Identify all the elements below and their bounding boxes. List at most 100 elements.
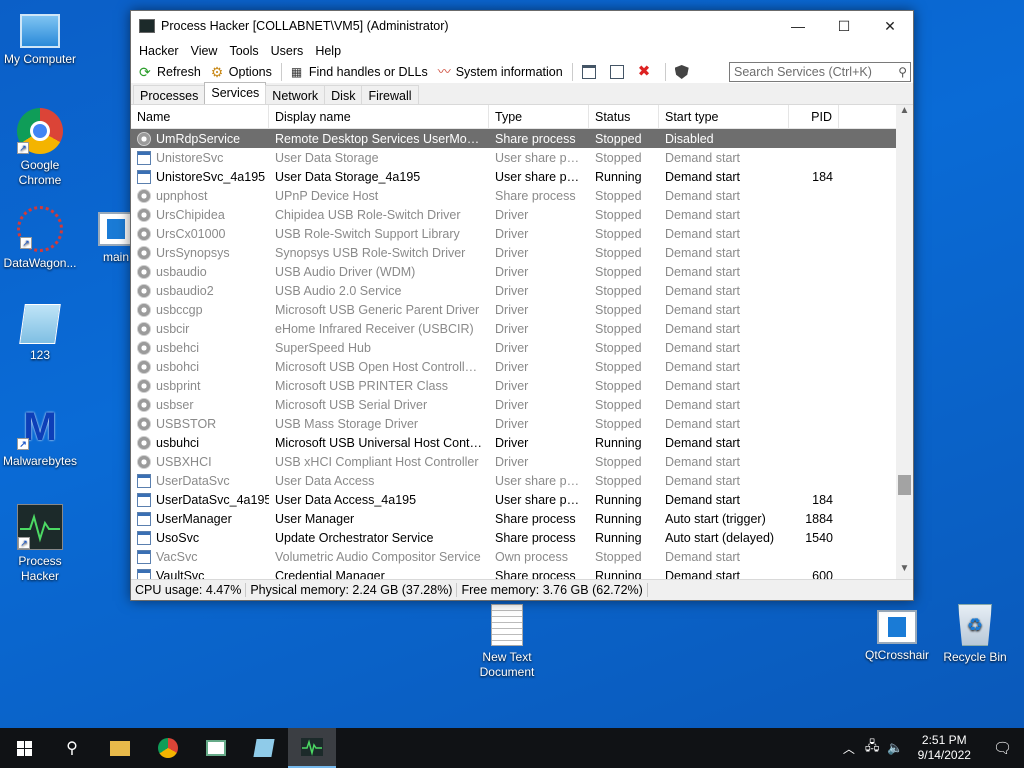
- window-arrow-icon: [609, 65, 624, 79]
- start-button[interactable]: [0, 728, 48, 768]
- tab-processes[interactable]: Processes: [133, 85, 206, 104]
- column-header-pid[interactable]: PID: [789, 105, 839, 128]
- tab-firewall[interactable]: Firewall: [361, 85, 419, 104]
- table-row[interactable]: UrsChipidea Chipidea USB Role-Switch Driv…: [131, 205, 913, 224]
- desktop-icon-google-chrome[interactable]: ↗ Google Chrome: [0, 108, 80, 188]
- menu-hacker[interactable]: Hacker: [133, 44, 185, 58]
- desktop-icon-new-text-document[interactable]: New Text Document: [467, 604, 547, 680]
- table-row[interactable]: UrsCx01000 USB Role-Switch Support Librar…: [131, 224, 913, 243]
- desktop-icon-my-computer[interactable]: My Computer: [0, 10, 80, 67]
- security-button[interactable]: [671, 62, 697, 82]
- notifications-icon[interactable]: 🗨: [981, 739, 1024, 757]
- tab-network[interactable]: Network: [265, 85, 326, 104]
- table-row[interactable]: VacSvc Volumetric Audio Compositor Servic…: [131, 547, 913, 566]
- tab-disk[interactable]: Disk: [324, 85, 363, 104]
- menu-view[interactable]: View: [185, 44, 224, 58]
- table-row[interactable]: VaultSvc Credential Manager Share process R…: [131, 566, 913, 580]
- service-status: Stopped: [595, 245, 642, 260]
- column-header-status[interactable]: Status: [589, 105, 659, 128]
- vertical-scrollbar[interactable]: ▲ ▼: [896, 105, 913, 580]
- table-row[interactable]: UnistoreSvc_4a195 User Data Storage_4a195…: [131, 167, 913, 186]
- table-row[interactable]: usbprint Microsoft USB PRINTER Class Drive…: [131, 376, 913, 395]
- refresh-button[interactable]: ⟳ Refresh: [135, 62, 205, 82]
- search-button[interactable]: ⚲: [48, 728, 96, 768]
- taskbar-process-hacker[interactable]: [288, 728, 336, 768]
- service-window-icon: [137, 492, 151, 507]
- title-bar[interactable]: Process Hacker [COLLABNET\VM5] (Administ…: [131, 11, 913, 41]
- scroll-up-icon[interactable]: ▲: [896, 105, 913, 122]
- desktop-icon-recycle-bin[interactable]: ♻ Recycle Bin: [935, 604, 1015, 665]
- search-input[interactable]: Search Services (Ctrl+K) ⚲: [729, 62, 911, 82]
- table-row[interactable]: UserDataSvc User Data Access User share pr…: [131, 471, 913, 490]
- close-button[interactable]: ✕: [867, 11, 913, 41]
- table-row[interactable]: USBSTOR USB Mass Storage Driver Driver Stop…: [131, 414, 913, 433]
- maximize-button[interactable]: ☐: [821, 11, 867, 41]
- window-button[interactable]: [578, 62, 604, 82]
- table-row[interactable]: USBXHCI USB xHCI Compliant Host Controlle…: [131, 452, 913, 471]
- service-pid: 184: [812, 169, 833, 184]
- taskbar-file-explorer[interactable]: [96, 728, 144, 768]
- options-label: Options: [228, 65, 272, 79]
- table-row[interactable]: usbaudio USB Audio Driver (WDM) Driver Stop…: [131, 262, 913, 281]
- table-row[interactable]: UnistoreSvc User Data Storage User share p…: [131, 148, 913, 167]
- column-header-start-type[interactable]: Start type: [659, 105, 789, 128]
- table-row[interactable]: usbser Microsoft USB Serial Driver Driver S…: [131, 395, 913, 414]
- taskbar-notepad[interactable]: [240, 728, 288, 768]
- folder-icon: [110, 740, 130, 756]
- column-header-type[interactable]: Type: [489, 105, 589, 128]
- start-type: Demand start: [665, 359, 741, 374]
- column-header-name[interactable]: Name: [131, 105, 269, 128]
- table-row[interactable]: usbaudio2 USB Audio 2.0 Service Driver Stop…: [131, 281, 913, 300]
- table-row[interactable]: UserManager User Manager Share process Runn…: [131, 509, 913, 528]
- service-name-text: upnphost: [156, 188, 208, 203]
- chevron-up-icon[interactable]: ︿: [837, 740, 861, 757]
- table-row[interactable]: UmRdpService Remote Desktop Services User…: [131, 129, 913, 148]
- taskbar-app[interactable]: [192, 728, 240, 768]
- table-row[interactable]: usbuhci Microsoft USB Universal Host Cont…: [131, 433, 913, 452]
- desktop-icon-malwarebytes[interactable]: M ↗ Malwarebytes: [0, 404, 80, 469]
- table-row[interactable]: usbehci SuperSpeed Hub Driver Stopped Demand…: [131, 338, 913, 357]
- desktop-icon-process-hacker[interactable]: ↗ Process Hacker: [0, 504, 80, 584]
- display-name: USB Audio 2.0 Service: [275, 283, 402, 298]
- service-status: Stopped: [595, 359, 642, 374]
- go-to-window-button[interactable]: [606, 62, 632, 82]
- column-header-display-name[interactable]: Display name: [269, 105, 489, 128]
- terminate-button[interactable]: ✖: [634, 62, 660, 82]
- menu-help[interactable]: Help: [309, 44, 347, 58]
- service-name-text: usbehci: [156, 340, 200, 355]
- gear-icon: ⚙: [210, 64, 224, 80]
- table-row[interactable]: usbohci Microsoft USB Open Host Controlle…: [131, 357, 913, 376]
- table-row[interactable]: usbcir eHome Infrared Receiver (USBCIR) Dr…: [131, 319, 913, 338]
- desktop-icon-datawagon[interactable]: ↗ DataWagon...: [0, 206, 80, 271]
- minimize-button[interactable]: —: [775, 11, 821, 41]
- service-name: UrsSynopsys: [131, 245, 269, 260]
- status-bar: CPU usage: 4.47% Physical memory: 2.24 G…: [131, 579, 913, 600]
- service-name-text: UnistoreSvc_4a195: [156, 169, 266, 184]
- tab-services[interactable]: Services: [204, 82, 267, 104]
- clock[interactable]: 2:51 PM 9/14/2022: [908, 733, 981, 763]
- volume-icon[interactable]: 🔈: [883, 740, 907, 756]
- table-row[interactable]: upnphost UPnP Device Host Share process Sto…: [131, 186, 913, 205]
- menu-users[interactable]: Users: [265, 44, 310, 58]
- service-pid: 1540: [805, 530, 833, 545]
- menu-tools[interactable]: Tools: [223, 44, 264, 58]
- table-row[interactable]: usbccgp Microsoft USB Generic Parent Driv…: [131, 300, 913, 319]
- service-name: usbccgp: [131, 302, 269, 317]
- desktop-icon-123[interactable]: 123: [0, 304, 80, 363]
- options-button[interactable]: ⚙ Options: [207, 62, 276, 82]
- notepad-icon: [19, 304, 61, 344]
- find-handles-button[interactable]: ▦ Find handles or DLLs: [287, 62, 432, 82]
- network-icon[interactable]: 🖧: [861, 737, 884, 759]
- table-row[interactable]: UserDataSvc_4a195 User Data Access_4a195 U…: [131, 490, 913, 509]
- taskbar-chrome[interactable]: [144, 728, 192, 768]
- service-name: usbohci: [131, 359, 269, 374]
- desktop-icon-qtcrosshair[interactable]: QtCrosshair: [857, 604, 937, 663]
- service-type: Driver: [495, 435, 529, 450]
- scrollbar-thumb[interactable]: [898, 475, 911, 495]
- system-information-button[interactable]: 〰 System information: [434, 62, 567, 82]
- graph-icon: 〰: [437, 64, 451, 79]
- table-row[interactable]: UrsSynopsys Synopsys USB Role-Switch Driv…: [131, 243, 913, 262]
- service-name-text: usbser: [156, 397, 194, 412]
- table-row[interactable]: UsoSvc Update Orchestrator Service Share p…: [131, 528, 913, 547]
- scroll-down-icon[interactable]: ▼: [896, 563, 913, 580]
